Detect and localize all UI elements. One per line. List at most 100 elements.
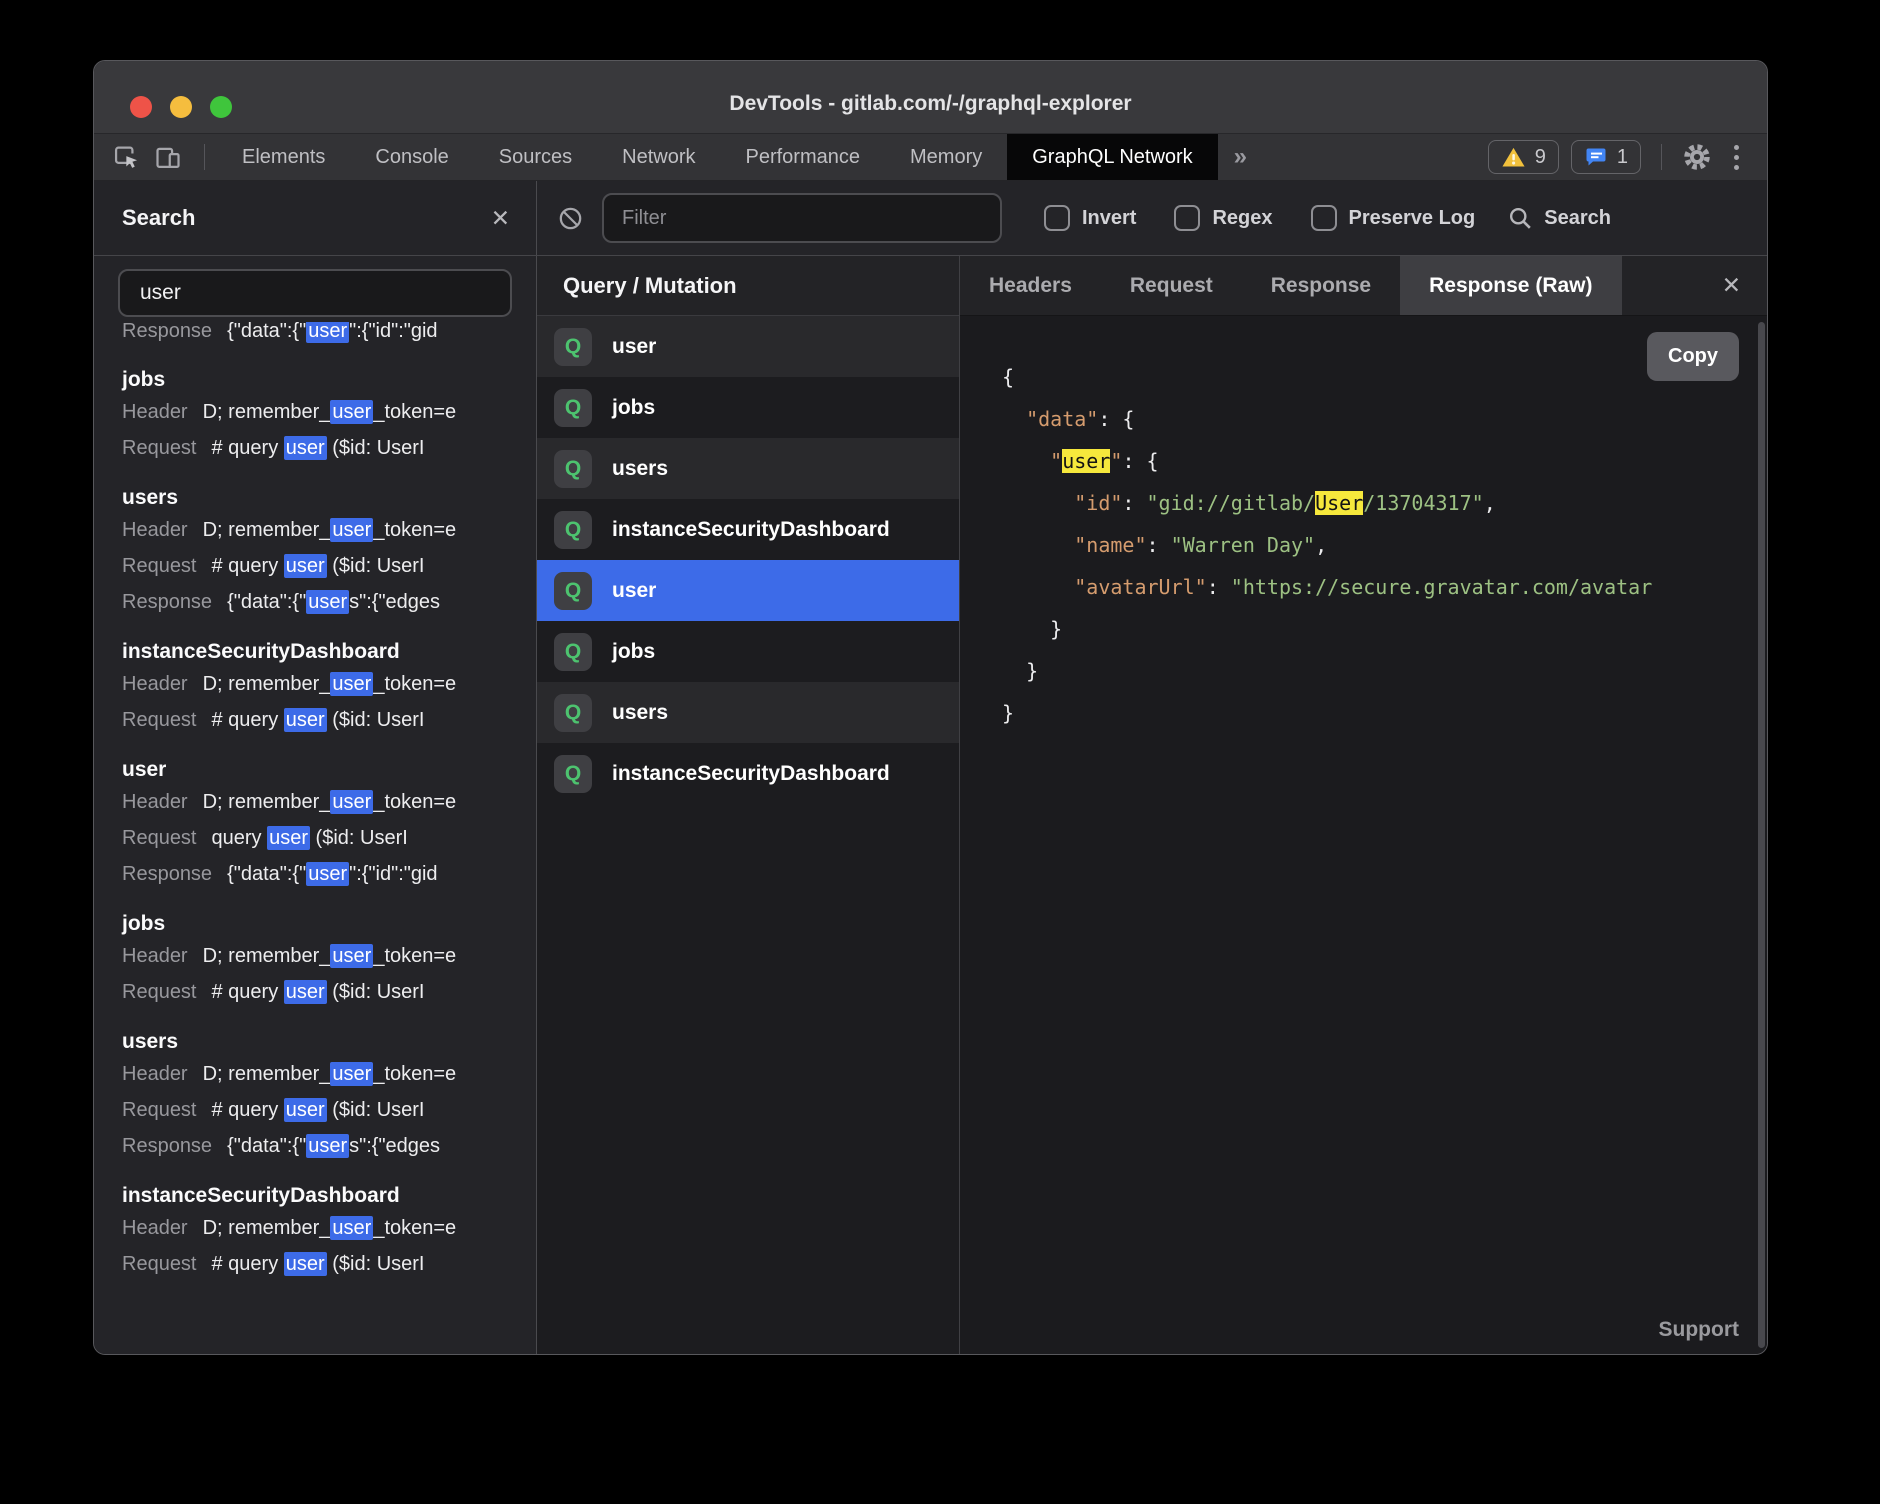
query-list-item[interactable]: Quser [537,560,959,621]
checkbox-regex[interactable] [1174,205,1200,231]
detail-tab-response[interactable]: Response [1242,256,1400,315]
search-result-line[interactable]: Request# query user ($id: UserI [122,430,536,466]
search-result-line[interactable]: Request# query user ($id: UserI [122,548,536,584]
search-result-line[interactable]: Request# query user ($id: UserI [122,1246,536,1282]
json-token: "avatarUrl" [1074,575,1206,599]
support-link[interactable]: Support [1659,1318,1739,1342]
json-line: } [1002,692,1747,734]
query-list-item[interactable]: Qjobs [537,377,959,438]
result-line-value: D; remember_user_token=e [203,1062,457,1086]
response-raw-view: { "data": { "user": { "id": "gid://gitla… [960,316,1767,1354]
detail-tab-headers[interactable]: Headers [960,256,1101,315]
query-list-item[interactable]: QinstanceSecurityDashboard [537,743,959,804]
query-list-panel: Query / Mutation QuserQjobsQusersQinstan… [537,256,960,1354]
search-result-line[interactable]: HeaderD; remember_user_token=e [122,1210,536,1246]
network-search-button[interactable]: Search [1507,205,1611,232]
result-line-value: D; remember_user_token=e [203,400,457,424]
match-pre: {"data":{" [227,591,306,613]
match-post: _token=e [373,673,456,695]
query-item-label: instanceSecurityDashboard [612,762,890,786]
search-result-line[interactable]: Response{"data":{"users":{"edges [122,1128,536,1164]
query-list-item[interactable]: Qusers [537,438,959,499]
kebab-menu-icon[interactable] [1724,145,1749,170]
copy-button[interactable]: Copy [1647,332,1739,381]
search-result-line[interactable]: HeaderD; remember_user_token=e [122,512,536,548]
match-post: _token=e [373,1217,456,1239]
result-line-label: Request [122,1253,197,1275]
search-close-icon[interactable]: ✕ [491,205,510,232]
filter-input[interactable] [602,193,1002,243]
settings-gear-icon[interactable] [1682,142,1712,172]
inspect-element-icon[interactable] [112,143,140,171]
query-type-badge: Q [554,328,592,366]
search-result-line[interactable]: Request# query user ($id: UserI [122,702,536,738]
devtools-tab-sources[interactable]: Sources [474,134,597,180]
match-post: ($id: UserI [327,1099,425,1121]
issue-count: 1 [1617,146,1628,169]
search-result-line[interactable]: HeaderD; remember_user_token=e [122,784,536,820]
devtools-tab-network[interactable]: Network [597,134,720,180]
filter-option-regex: Regex [1174,205,1272,231]
vertical-scrollbar[interactable] [1758,322,1765,1348]
detail-tabs: HeadersRequestResponseResponse (Raw) [960,256,1622,315]
query-list-item[interactable]: QinstanceSecurityDashboard [537,499,959,560]
json-line: "name": "Warren Day", [1002,524,1747,566]
json-token: User [1315,491,1363,515]
json-line: { [1002,356,1747,398]
detail-tab-request[interactable]: Request [1101,256,1242,315]
search-result-line[interactable]: Requestquery user ($id: UserI [122,820,536,856]
search-result-line[interactable]: HeaderD; remember_user_token=e [122,666,536,702]
more-tabs-chevron[interactable]: » [1218,134,1263,180]
screen: DevTools - gitlab.com/-/graphql-explorer [0,0,1880,1504]
match-pre: {"data":{" [227,863,306,885]
checkbox-invert[interactable] [1044,205,1070,231]
query-list-item[interactable]: Qjobs [537,621,959,682]
json-content: { "data": { "user": { "id": "gid://gitla… [1002,356,1747,734]
detail-tab-response-raw[interactable]: Response (Raw) [1400,256,1621,315]
json-token: : [1147,533,1171,557]
search-result-line[interactable]: Response{"data":{"users":{"edges [122,584,536,620]
devtools-tool-icons [112,134,217,180]
devtools-tab-elements[interactable]: Elements [217,134,350,180]
devtools-tab-graphql-network[interactable]: GraphQL Network [1007,134,1217,180]
result-line-label: Response [122,322,212,342]
search-result-line[interactable]: HeaderD; remember_user_token=e [122,394,536,430]
query-type-badge: Q [554,450,592,488]
close-window-button[interactable] [130,96,152,118]
result-line-value: {"data":{"users":{"edges [227,590,440,614]
devtools-tab-memory[interactable]: Memory [885,134,1007,180]
detail-panel: HeadersRequestResponseResponse (Raw) ✕ {… [960,256,1767,1354]
zoom-window-button[interactable] [210,96,232,118]
search-result-line[interactable]: Request# query user ($id: UserI [122,1092,536,1128]
match-highlight: user [284,980,327,1004]
clear-filter-icon[interactable] [557,205,584,232]
minimize-window-button[interactable] [170,96,192,118]
json-line: "avatarUrl": "https://secure.gravatar.co… [1002,566,1747,608]
json-token: { [1002,365,1014,389]
message-bubble-icon [1584,145,1608,169]
search-result-line[interactable]: HeaderD; remember_user_token=e [122,938,536,974]
match-pre: D; remember_ [203,519,331,541]
search-input[interactable] [118,269,512,317]
json-token: "data" [1026,407,1098,431]
detail-close-icon[interactable]: ✕ [1722,272,1741,299]
detail-close-wrap: ✕ [1696,256,1767,315]
query-list-item[interactable]: Quser [537,316,959,377]
match-pre: D; remember_ [203,791,331,813]
issues-badge[interactable]: 1 [1571,140,1641,174]
query-list-item[interactable]: Qusers [537,682,959,743]
search-result-line[interactable]: Response{"data":{"user":{"id":"gid [122,856,536,892]
match-post: ($id: UserI [327,981,425,1003]
search-result-line[interactable]: HeaderD; remember_user_token=e [122,1056,536,1092]
warnings-badge[interactable]: 9 [1488,140,1559,174]
checkbox-preserve-log[interactable] [1311,205,1337,231]
match-pre: {"data":{" [227,322,306,342]
match-pre: D; remember_ [203,945,331,967]
match-highlight: user [330,1062,373,1086]
device-toolbar-icon[interactable] [154,143,182,171]
devtools-tab-console[interactable]: Console [350,134,473,180]
search-results-list[interactable]: Response{"data":{"user":{"id":"gidjobsHe… [94,322,536,1354]
search-result-line[interactable]: Response{"data":{"user":{"id":"gid [122,322,536,348]
search-result-line[interactable]: Request# query user ($id: UserI [122,974,536,1010]
devtools-tab-performance[interactable]: Performance [721,134,886,180]
